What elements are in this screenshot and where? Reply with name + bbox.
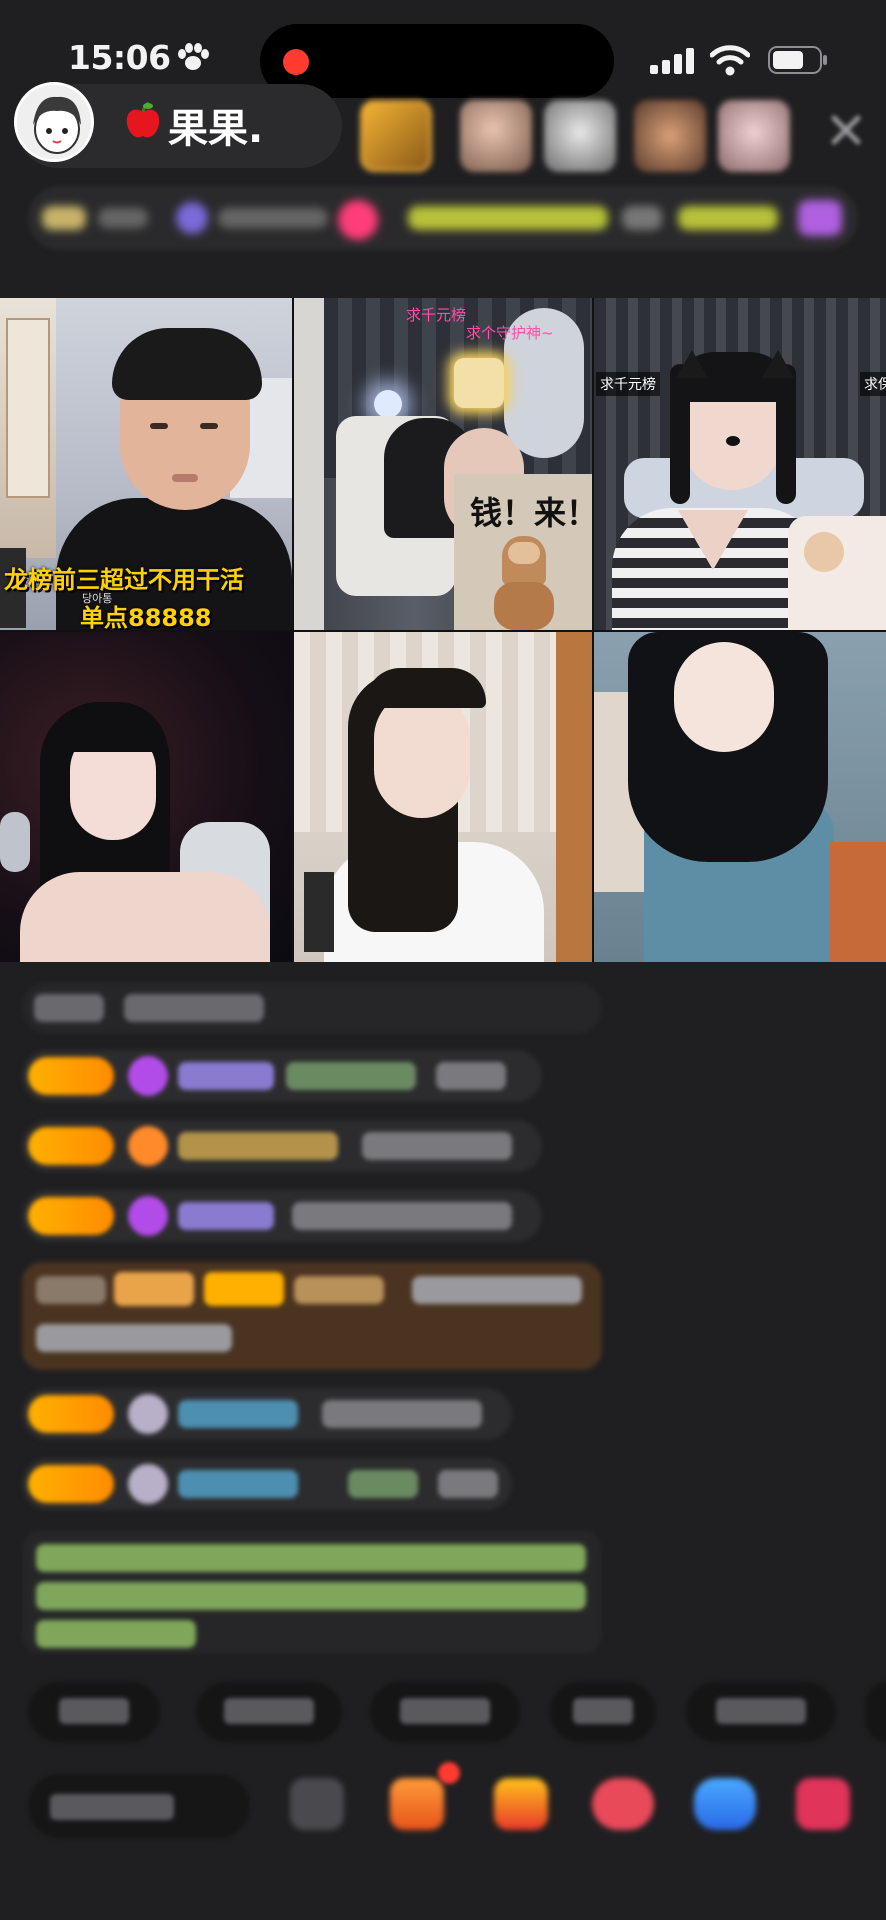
video-cell-streamer-2[interactable]: 求千元榜 求个守护神~ 钱！来！ [294,298,592,630]
streamer-1-shirt-text: 당아통 [82,592,113,605]
close-icon[interactable] [822,104,870,156]
viewer-avatar[interactable] [360,100,432,172]
chat-message-system [22,982,602,1034]
signal-icon [650,48,694,74]
quick-reply-chip[interactable] [196,1682,342,1742]
red-packet-icon[interactable] [494,1778,548,1830]
chat-icon[interactable] [694,1778,756,1830]
video-cell-streamer-5[interactable] [294,632,592,962]
viewer-avatar[interactable] [718,100,790,172]
streamer-1-caption-top: 龙榜前三超过不用干活 [4,566,244,594]
host-name: 果果. [168,106,264,152]
video-cell-streamer-4[interactable] [0,632,292,962]
chat-message[interactable] [22,1388,512,1440]
quick-reply-chip[interactable] [550,1682,656,1742]
quick-reply-chip[interactable] [28,1682,160,1742]
meme-sticker: 钱！来！ [454,474,592,630]
video-grid: 龙榜前三超过不用干活 单点88888 당아통 求千元榜 求个守护神~ 钱！来！ … [0,298,886,962]
quick-reply-chip[interactable] [866,1682,886,1742]
chat-message[interactable] [22,1458,512,1510]
game-icon[interactable] [592,1778,654,1830]
chat-announcement [22,1530,602,1654]
viewer-avatar[interactable] [544,100,616,172]
chat-message[interactable] [22,1120,542,1172]
video-cell-streamer-6[interactable] [594,632,886,962]
recording-indicator-icon [283,49,309,75]
paw-icon [178,43,209,70]
chat-message[interactable] [22,1190,542,1242]
status-time: 15:06 [68,38,171,77]
streamer-2-caption-2: 求个守护神~ [466,324,554,342]
emoji-icon[interactable] [290,1778,344,1830]
quick-reply-chip[interactable] [686,1682,836,1742]
room-info-bar[interactable] [28,186,858,250]
viewer-avatar[interactable] [460,100,532,172]
meme-text: 钱！来！ [470,494,592,532]
notification-dot-icon [438,1762,460,1784]
streamer-3-tag-right: 求保 [860,372,886,396]
chat-message-highlight[interactable] [22,1262,602,1370]
battery-icon [768,46,827,74]
video-cell-streamer-1[interactable]: 龙榜前三超过不用干活 单点88888 당아통 [0,298,292,630]
comment-input[interactable] [28,1774,250,1838]
video-cell-streamer-3[interactable]: 求千元榜 求保 [594,298,886,630]
wifi-icon [710,45,750,76]
streamer-2-caption-1: 求千元榜 [406,306,467,324]
host-avatar[interactable] [14,82,94,162]
chat-message[interactable] [22,1050,542,1102]
viewer-avatar[interactable] [634,100,706,172]
more-icon[interactable] [796,1778,850,1830]
streamer-3-tag-left: 求千元榜 [596,372,660,396]
gift-icon[interactable] [390,1778,444,1830]
quick-reply-chip[interactable] [370,1682,520,1742]
